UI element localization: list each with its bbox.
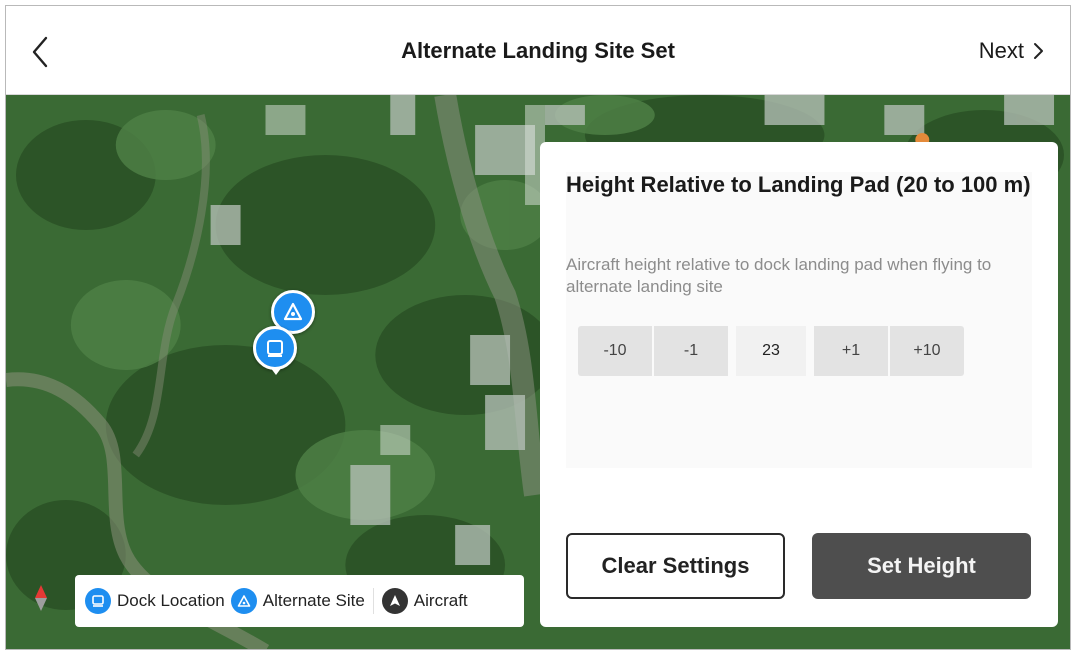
compass-icon[interactable] bbox=[34, 585, 48, 611]
legend-label: Dock Location bbox=[117, 591, 225, 610]
next-button[interactable]: Next bbox=[979, 38, 1044, 64]
aircraft-arrow-icon bbox=[381, 588, 408, 614]
next-label: Next bbox=[978, 38, 1024, 63]
legend-divider bbox=[372, 588, 374, 614]
page-title: Alternate Landing Site Set bbox=[401, 38, 675, 63]
legend-item-alternate-site: Alternate Site bbox=[230, 588, 365, 614]
increase-1-button[interactable]: +1 bbox=[814, 326, 888, 376]
triangle-icon bbox=[283, 302, 303, 321]
legend-item-aircraft: Aircraft bbox=[381, 588, 468, 614]
panel-content-area bbox=[566, 172, 1032, 468]
header-bar: Alternate Landing Site Set Next bbox=[6, 6, 1070, 95]
map-legend: Dock Location Alternate Site Aircraft bbox=[75, 575, 524, 627]
height-stepper: -10 -1 23 +1 +10 bbox=[578, 326, 966, 376]
dock-icon bbox=[267, 340, 283, 357]
height-value[interactable]: 23 bbox=[736, 326, 806, 376]
legend-label: Aircraft bbox=[413, 591, 468, 610]
decrease-1-button[interactable]: -1 bbox=[654, 326, 728, 376]
dock-icon bbox=[85, 588, 111, 614]
satellite-map[interactable]: Dock Location Alternate Site Aircraft He… bbox=[6, 95, 1070, 649]
dock-location-marker[interactable] bbox=[253, 326, 297, 370]
triangle-icon bbox=[230, 588, 257, 614]
marker-pointer bbox=[270, 367, 282, 375]
panel-title: Height Relative to Landing Pad (20 to 10… bbox=[566, 172, 1031, 197]
height-settings-panel: Height Relative to Landing Pad (20 to 10… bbox=[540, 142, 1058, 627]
set-height-button[interactable]: Set Height bbox=[812, 533, 1031, 599]
legend-label: Alternate Site bbox=[262, 591, 365, 610]
panel-description: Aircraft height relative to dock landing… bbox=[566, 255, 992, 296]
clear-settings-button[interactable]: Clear Settings bbox=[566, 533, 785, 599]
legend-item-dock: Dock Location bbox=[85, 588, 225, 614]
decrease-10-button[interactable]: -10 bbox=[578, 326, 652, 376]
chevron-right-icon bbox=[1034, 43, 1043, 59]
increase-10-button[interactable]: +10 bbox=[890, 326, 964, 376]
app-window: Alternate Landing Site Set Next Dock Loc… bbox=[5, 5, 1071, 650]
